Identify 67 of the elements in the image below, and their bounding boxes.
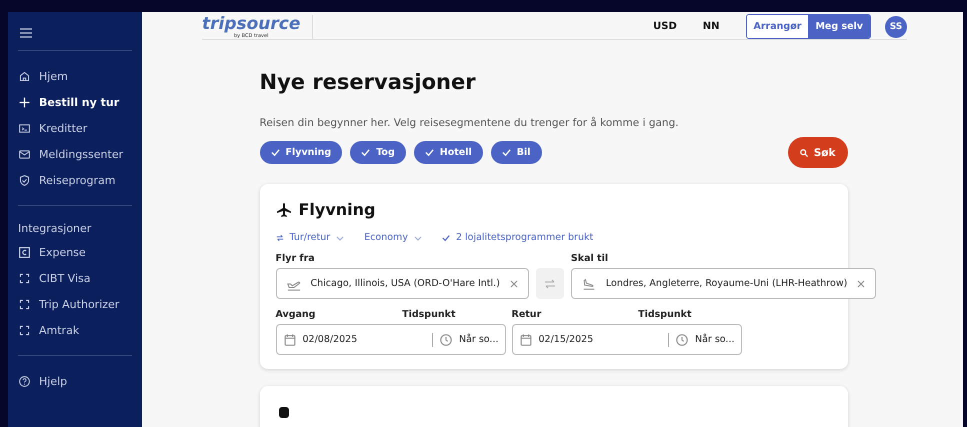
help-icon	[18, 374, 31, 388]
bracket-icon	[18, 298, 31, 310]
section-heading: Integrasjoner	[18, 222, 92, 235]
calendar-icon	[282, 332, 296, 346]
check-icon	[361, 148, 370, 157]
sidebar-item[interactable]: Reiseprogram	[18, 167, 132, 193]
swap-button[interactable]	[536, 268, 564, 299]
nav-icon	[18, 174, 31, 186]
user-avatar[interactable]: SS	[885, 16, 907, 38]
check-icon	[424, 148, 434, 157]
field-label: Tidspunkt	[402, 309, 456, 320]
sidebar-item[interactable]: Meldingssenter	[18, 141, 132, 167]
search-button[interactable]: Søk	[788, 137, 848, 168]
field-label: Flyr fra	[276, 253, 316, 264]
role-toggle-option[interactable]: Meg selv	[808, 15, 870, 38]
help-link[interactable]: Hjelp	[18, 368, 132, 394]
origin-field[interactable]: Chicago, Illinois, USA (ORD-O'Hare Intl.)	[276, 268, 529, 299]
role-toggle-option[interactable]: Arrangør	[746, 15, 808, 38]
language-selector[interactable]: NN	[702, 21, 720, 32]
check-icon	[442, 234, 450, 242]
bracket-icon	[18, 272, 31, 284]
clock-icon	[438, 332, 453, 346]
segment-chip[interactable]: Tog	[350, 141, 406, 164]
segment-chip[interactable]: Bil	[490, 141, 542, 164]
sidebar-item[interactable]: Amtrak	[18, 317, 132, 343]
page-title: Nye reservasjoner	[260, 70, 477, 94]
app-icon	[18, 246, 31, 258]
chevron-icon	[336, 234, 344, 242]
search-icon	[800, 148, 808, 156]
field-label: Tidspunkt	[638, 309, 692, 320]
airplane-icon	[276, 202, 292, 218]
chevron-icon	[414, 234, 422, 242]
swap-icon	[544, 278, 556, 290]
landing-icon	[582, 276, 596, 290]
check-icon	[270, 148, 280, 157]
destination-field[interactable]: Londres, Angleterre, Royaume-Uni (LHR-Heathrow)	[570, 268, 876, 299]
nav-icon	[18, 96, 31, 108]
nav-icon	[18, 122, 31, 134]
page-subtitle: Reisen din begynner her. Velg reisesegmentene du trenger for å komme i gang.	[260, 117, 680, 129]
segment-chip[interactable]: Hotell	[414, 141, 483, 164]
field-label: Avgang	[276, 309, 316, 320]
nav-icon	[18, 70, 31, 82]
currency-selector[interactable]: USD	[653, 21, 677, 32]
swap-icon	[276, 234, 284, 242]
calendar-icon	[518, 332, 532, 346]
clear-icon[interactable]	[510, 280, 518, 288]
sidebar-item[interactable]: Hjem	[18, 63, 132, 89]
sidebar-item[interactable]: Expense	[18, 239, 132, 265]
trip-type-dropdown[interactable]: Tur/retur	[276, 232, 344, 243]
sidebar-item[interactable]: Bestill ny tur	[18, 89, 132, 115]
clock-icon	[674, 332, 689, 346]
departure-date-field[interactable]: 02/08/2025 Når so...	[276, 324, 506, 355]
check-icon	[502, 148, 511, 157]
clear-icon[interactable]	[857, 280, 866, 288]
loyalty-link[interactable]: 2 lojalitetsprogrammer brukt	[442, 232, 594, 243]
field-label: Skal til	[570, 253, 610, 264]
segment-chip[interactable]: Flyvning	[260, 141, 342, 164]
cabin-dropdown[interactable]: Economy	[364, 232, 422, 243]
menu-icon[interactable]	[20, 28, 32, 38]
sidebar-item[interactable]: CIBT Visa	[18, 265, 132, 291]
field-label: Retur	[512, 309, 542, 320]
nav-icon	[18, 148, 31, 160]
return-date-field[interactable]: 02/15/2025 Når so...	[512, 324, 742, 355]
bracket-icon	[18, 324, 31, 336]
card-title: Flyvning	[298, 200, 376, 219]
sidebar-item[interactable]: Trip Authorizer	[18, 291, 132, 317]
sidebar-item[interactable]: Kreditter	[18, 115, 132, 141]
